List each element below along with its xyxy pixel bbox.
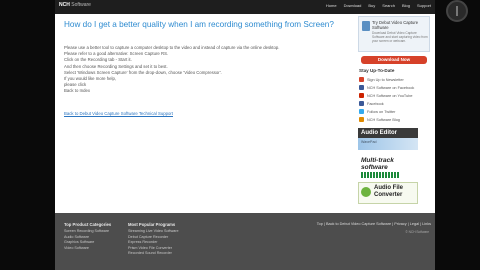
- product-box[interactable]: Try Debut Video Capture Software Downloa…: [358, 16, 430, 52]
- stay-item-label: NCH Software on YouTube: [367, 93, 413, 98]
- stay-item-twitter[interactable]: Follow on Twitter: [359, 109, 395, 114]
- stay-item-label: Sign Up to Newsletter: [367, 77, 404, 82]
- video-frame: NCH Software Home Download Buy Search Bl…: [0, 0, 480, 270]
- product-icon: [362, 21, 370, 31]
- footer-link[interactable]: Screen Recording Software: [64, 229, 111, 235]
- download-now-button[interactable]: Download Now: [361, 56, 427, 64]
- site-header: NCH Software Home Download Buy Search Bl…: [55, 0, 435, 14]
- track-bars-image: [361, 172, 399, 178]
- stay-item-youtube[interactable]: NCH Software on YouTube: [359, 93, 412, 98]
- answer-line: Back to Index: [64, 88, 91, 94]
- converter-icon: [361, 187, 371, 197]
- promo-multitrack[interactable]: Multi-track software: [358, 155, 418, 179]
- nav-support[interactable]: Support: [417, 3, 431, 8]
- nav-buy[interactable]: Buy: [368, 3, 375, 8]
- top-nav: Home Download Buy Search Blog Support: [326, 3, 431, 8]
- site-footer: Top Product Categories Screen Recording …: [55, 213, 435, 270]
- stay-item-label: NCH Software on Facebook: [367, 85, 415, 90]
- footer-link[interactable]: Streaming Live Video Software: [128, 229, 179, 235]
- faq-answer: Please use a better tool to capture a co…: [64, 45, 346, 95]
- stay-up-to-date-heading: Stay Up-To-Date: [359, 68, 395, 73]
- footer-heading: Top Product Categories: [64, 222, 112, 227]
- promo-multitrack-title: Multi-track software: [361, 157, 394, 171]
- stay-item-facebook-2[interactable]: Facebook: [359, 101, 384, 106]
- footer-heading: Most Popular Programs: [128, 222, 176, 227]
- back-to-support-link[interactable]: Back to Debut Video Capture Software Tec…: [64, 111, 173, 116]
- stay-item-label: Follow on Twitter: [367, 109, 396, 114]
- footer-link[interactable]: Video Software: [64, 246, 111, 252]
- logo-sub: Software: [71, 2, 91, 8]
- blog-icon: [359, 117, 364, 122]
- footer-copyright: © NCH Software: [405, 230, 429, 234]
- nav-home[interactable]: Home: [326, 3, 337, 8]
- facebook-icon: [359, 101, 364, 106]
- nav-blog[interactable]: Blog: [402, 3, 410, 8]
- promo-audio-editor[interactable]: Audio Editor WavePad: [358, 128, 418, 152]
- stay-item-blog[interactable]: NCH Software Blog: [359, 117, 400, 122]
- site-logo[interactable]: NCH Software: [59, 2, 91, 8]
- promo-audio-converter[interactable]: Audio File Converter: [358, 182, 418, 204]
- stay-item-facebook[interactable]: NCH Software on Facebook: [359, 85, 414, 90]
- footer-link[interactable]: Recorded Sound Recorder: [128, 251, 179, 257]
- footer-col-categories: Top Product Categories Screen Recording …: [64, 222, 111, 251]
- promo-audio-editor-sub: WavePad: [361, 140, 377, 144]
- product-title: Try Debut Video Capture Software: [372, 20, 419, 30]
- product-description: Download Debut Video Capture Software an…: [372, 31, 428, 43]
- nav-search[interactable]: Search: [382, 3, 395, 8]
- facebook-icon: [359, 85, 364, 90]
- stay-item-newsletter[interactable]: Sign Up to Newsletter: [359, 77, 404, 82]
- footer-legal-links[interactable]: Top | Back to Debut Video Capture Softwa…: [317, 222, 431, 226]
- stay-item-label: NCH Software Blog: [367, 117, 400, 122]
- newsletter-icon: [359, 77, 364, 82]
- footer-col-programs: Most Popular Programs Streaming Live Vid…: [128, 222, 179, 257]
- player-overlay-icon: [446, 0, 468, 22]
- web-page: NCH Software Home Download Buy Search Bl…: [55, 0, 435, 270]
- nav-download[interactable]: Download: [344, 3, 362, 8]
- twitter-icon: [359, 109, 364, 114]
- promo-audio-editor-title: Audio Editor: [358, 128, 418, 138]
- logo-main: NCH: [59, 2, 70, 8]
- stay-item-label: Facebook: [367, 101, 384, 106]
- promo-converter-title: Audio File Converter: [374, 185, 403, 198]
- faq-title: How do I get a better quality when I am …: [64, 20, 334, 29]
- sidebar: Try Debut Video Capture Software Downloa…: [358, 16, 430, 52]
- youtube-icon: [359, 93, 364, 98]
